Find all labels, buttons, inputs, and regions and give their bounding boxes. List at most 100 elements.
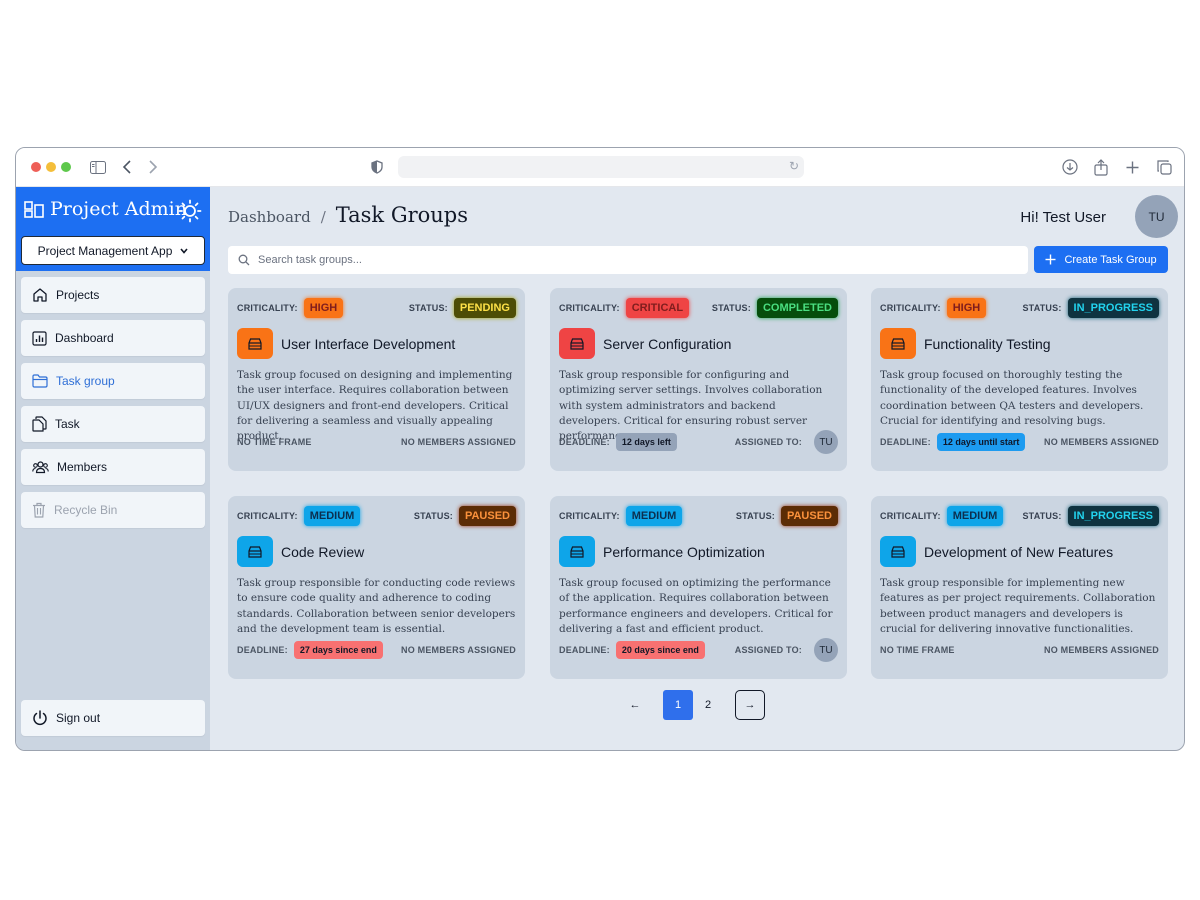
card-description: Task group focused on thoroughly testing… (880, 369, 1144, 427)
criticality: CRITICALITY: CRITICAL (559, 298, 690, 318)
create-task-group-button[interactable]: Create Task Group (1034, 246, 1168, 273)
card-title[interactable]: Functionality Testing (924, 336, 1051, 352)
pagination-next-button[interactable]: → (735, 690, 765, 720)
tabs-overview-icon[interactable] (1157, 157, 1172, 177)
criticality-badge: MEDIUM (946, 506, 1004, 526)
criticality-badge: MEDIUM (625, 506, 683, 526)
criticality-label: CRITICALITY: (237, 511, 298, 521)
project-selector-value: Project Management App (37, 243, 173, 258)
status-label: STATUS: (1022, 511, 1062, 521)
card-header: Server Configuration (559, 328, 731, 359)
new-tab-icon[interactable] (1126, 157, 1139, 177)
deadline: DEADLINE: 20 days since end (559, 641, 705, 659)
search-bar[interactable] (228, 246, 1028, 274)
criticality-label: CRITICALITY: (559, 511, 620, 521)
pagination-page-2[interactable]: 2 (693, 690, 723, 720)
sidebar-item-task[interactable]: Task (21, 406, 205, 442)
brand-logo[interactable]: Project Admin (24, 198, 187, 220)
time-frame-text: NO TIME FRAME (237, 437, 312, 447)
sign-out-button[interactable]: Sign out (21, 700, 205, 736)
task-group-card[interactable]: CRITICALITY: HIGH STATUS: IN_PROGRESS Functi… (871, 288, 1168, 471)
task-group-card[interactable]: CRITICALITY: CRITICAL STATUS: COMPLETED Serv… (550, 288, 847, 471)
task-group-card[interactable]: CRITICALITY: HIGH STATUS: PENDING User Inter… (228, 288, 525, 471)
theme-toggle-sun-icon[interactable] (178, 199, 202, 228)
download-icon[interactable] (1062, 157, 1078, 177)
sidebar-item-members[interactable]: Members (21, 449, 205, 485)
deadline: DEADLINE: 27 days since end (237, 641, 383, 659)
card-title[interactable]: User Interface Development (281, 336, 455, 352)
members-text: NO MEMBERS ASSIGNED (401, 645, 516, 655)
maximize-window-button[interactable] (61, 162, 71, 172)
card-meta-row: CRITICALITY: HIGH STATUS: IN_PROGRESS (880, 297, 1159, 319)
deadline-label: DEADLINE: (880, 437, 931, 447)
member-avatar[interactable]: TU (814, 638, 838, 662)
assigned-to: ASSIGNED TO: TU (735, 638, 838, 662)
assigned-to-label: ASSIGNED TO: (734, 645, 802, 655)
card-header: Functionality Testing (880, 328, 1051, 359)
brand-title: Project Admin (50, 198, 187, 220)
task-group-icon (237, 328, 273, 359)
task-group-icon (559, 328, 595, 359)
card-meta-row: CRITICALITY: MEDIUM STATUS: PAUSED (559, 505, 838, 527)
assigned-to-label: ASSIGNED TO: (734, 437, 802, 447)
forward-icon[interactable] (148, 157, 158, 177)
sidebar-item-dashboard[interactable]: Dashboard (21, 320, 205, 356)
status-label: STATUS: (413, 511, 453, 521)
card-title[interactable]: Server Configuration (603, 336, 731, 352)
pagination-prev-button[interactable]: ← (620, 690, 650, 720)
status-label: STATUS: (408, 303, 448, 313)
members-text: NO MEMBERS ASSIGNED (401, 437, 516, 447)
criticality-label: CRITICALITY: (880, 511, 941, 521)
members-text: NO MEMBERS ASSIGNED (1044, 645, 1159, 655)
search-input[interactable] (258, 254, 958, 266)
sidebar-item-label: Projects (56, 288, 100, 302)
sign-out-label: Sign out (56, 711, 101, 725)
criticality: CRITICALITY: MEDIUM (559, 506, 683, 526)
user-avatar[interactable]: TU (1135, 195, 1178, 238)
card-title[interactable]: Development of New Features (924, 544, 1113, 560)
trash-icon (33, 502, 45, 518)
pagination-page-1[interactable]: 1 (663, 690, 693, 720)
card-title[interactable]: Code Review (281, 544, 364, 560)
card-header: Code Review (237, 536, 364, 567)
sidebar-item-task-group[interactable]: Task group (21, 363, 205, 399)
criticality-badge: HIGH (946, 298, 987, 318)
status-badge: PAUSED (780, 506, 838, 526)
status-badge: IN_PROGRESS (1067, 298, 1159, 318)
minimize-window-button[interactable] (46, 162, 56, 172)
task-group-card[interactable]: CRITICALITY: MEDIUM STATUS: IN_PROGRESS Deve… (871, 496, 1168, 679)
sidebar-toggle-icon[interactable] (90, 157, 106, 177)
status: STATUS: PAUSED (414, 506, 516, 526)
pagination: ← 1 2 → (620, 690, 765, 720)
task-group-card[interactable]: CRITICALITY: MEDIUM STATUS: PAUSED Code Revi… (228, 496, 525, 679)
breadcrumb-separator: / (320, 208, 326, 226)
project-selector[interactable]: Project Management App (21, 236, 205, 265)
card-title[interactable]: Performance Optimization (603, 544, 765, 560)
page-title: Task Groups (335, 203, 469, 227)
share-icon[interactable] (1094, 157, 1108, 177)
address-bar[interactable]: ↻ (398, 156, 804, 178)
sidebar-item-recycle-bin: Recycle Bin (21, 492, 205, 528)
deadline: DEADLINE: 12 days until start (880, 433, 1026, 451)
assigned-to: ASSIGNED TO: TU (735, 430, 838, 454)
card-footer: NO TIME FRAME NO MEMBERS ASSIGNED (880, 639, 1159, 661)
browser-window: ↻ Project Admin Project Management App P… (15, 147, 1185, 751)
back-icon[interactable] (122, 157, 132, 177)
reload-icon[interactable]: ↻ (789, 159, 799, 173)
brand-header: Project Admin Project Management App (16, 187, 210, 271)
card-meta-row: CRITICALITY: MEDIUM STATUS: PAUSED (237, 505, 516, 527)
member-avatar[interactable]: TU (814, 430, 838, 454)
power-icon (33, 710, 47, 726)
card-meta-row: CRITICALITY: HIGH STATUS: PENDING (237, 297, 516, 319)
task-group-card[interactable]: CRITICALITY: MEDIUM STATUS: PAUSED Performan… (550, 496, 847, 679)
chart-icon (32, 330, 47, 346)
breadcrumb-dashboard-link[interactable]: Dashboard (228, 208, 311, 226)
close-window-button[interactable] (31, 162, 41, 172)
criticality-label: CRITICALITY: (880, 303, 941, 313)
status-badge: COMPLETED (756, 298, 838, 318)
status: STATUS: PENDING (409, 298, 516, 318)
sidebar-item-projects[interactable]: Projects (21, 277, 205, 313)
sidebar-item-label: Members (57, 460, 108, 474)
card-footer: DEADLINE: 12 days left ASSIGNED TO: TU (559, 430, 838, 454)
criticality-badge: HIGH (303, 298, 344, 318)
